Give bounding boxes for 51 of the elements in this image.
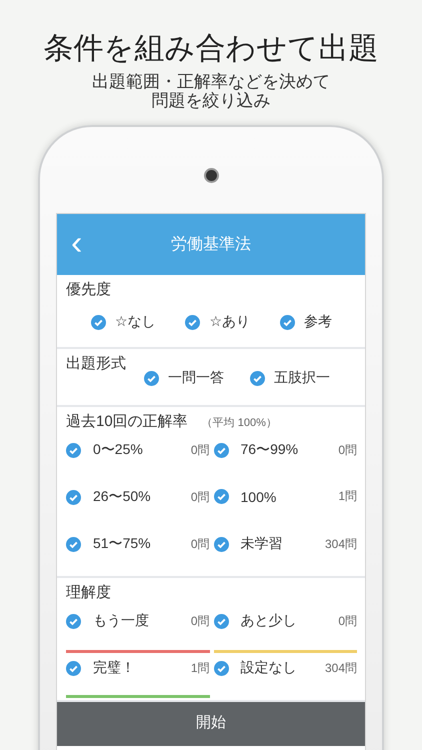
checked-icon[interactable] bbox=[144, 370, 159, 386]
option-label: ☆あり bbox=[209, 313, 250, 331]
checked-icon[interactable] bbox=[214, 614, 228, 628]
checked-icon[interactable] bbox=[90, 314, 106, 330]
question-count: 1問 bbox=[338, 488, 357, 505]
checked-icon[interactable] bbox=[66, 536, 81, 552]
checked-icon[interactable] bbox=[250, 370, 265, 386]
subtitle: 問題を絞り込み bbox=[152, 91, 270, 110]
checked-icon[interactable] bbox=[214, 536, 228, 552]
option-label: 完璧！ bbox=[93, 659, 135, 677]
option-label: 51〜75% bbox=[93, 535, 151, 553]
checked-icon[interactable] bbox=[66, 660, 81, 676]
screen-title: 労働基準法 bbox=[171, 234, 251, 255]
option-label: 設定なし bbox=[240, 659, 296, 677]
section-title: 過去10回の正解率 bbox=[66, 412, 188, 431]
section-title: 出題形式 bbox=[66, 354, 126, 373]
option-label: 26〜50% bbox=[93, 488, 151, 506]
subtitle: 出題範囲・正解率などを決めて bbox=[92, 72, 330, 91]
checked-icon[interactable] bbox=[214, 489, 228, 504]
question-count: 0問 bbox=[190, 536, 210, 552]
option-label: 一問一答 bbox=[168, 369, 224, 387]
option-label: あと少し bbox=[240, 612, 296, 630]
question-count: 0問 bbox=[338, 442, 357, 458]
option-label: 参考 bbox=[304, 313, 332, 331]
question-count: 0問 bbox=[190, 612, 210, 630]
checked-icon[interactable] bbox=[66, 442, 81, 458]
section-title: 理解度 bbox=[66, 583, 111, 602]
checked-icon[interactable] bbox=[214, 660, 228, 676]
checked-icon[interactable] bbox=[66, 490, 81, 504]
camera-icon bbox=[204, 168, 218, 183]
question-count: 1問 bbox=[190, 660, 210, 676]
option-label: ☆なし bbox=[114, 313, 156, 331]
average-note: （平均 100%） bbox=[202, 416, 277, 430]
checked-icon[interactable] bbox=[280, 314, 295, 330]
question-count: 0問 bbox=[190, 442, 210, 458]
checked-icon[interactable] bbox=[185, 314, 200, 330]
section-title: 優先度 bbox=[66, 280, 111, 299]
question-count: 304問 bbox=[324, 660, 357, 676]
headline: 条件を組み合わせて出題 bbox=[44, 31, 378, 67]
question-count: 0問 bbox=[338, 612, 357, 630]
option-label: 100% bbox=[240, 488, 276, 504]
question-count: 304問 bbox=[324, 536, 357, 552]
option-label: 76〜99% bbox=[240, 441, 298, 459]
checked-icon[interactable] bbox=[66, 614, 81, 628]
question-count: 0問 bbox=[190, 488, 210, 506]
option-label: もう一度 bbox=[93, 612, 149, 630]
option-label: 0〜25% bbox=[93, 441, 143, 459]
option-label: 五肢択一 bbox=[274, 369, 330, 387]
checked-icon[interactable] bbox=[214, 442, 228, 458]
start-button[interactable]: 開始 bbox=[57, 702, 365, 746]
option-label: 未学習 bbox=[240, 535, 282, 553]
